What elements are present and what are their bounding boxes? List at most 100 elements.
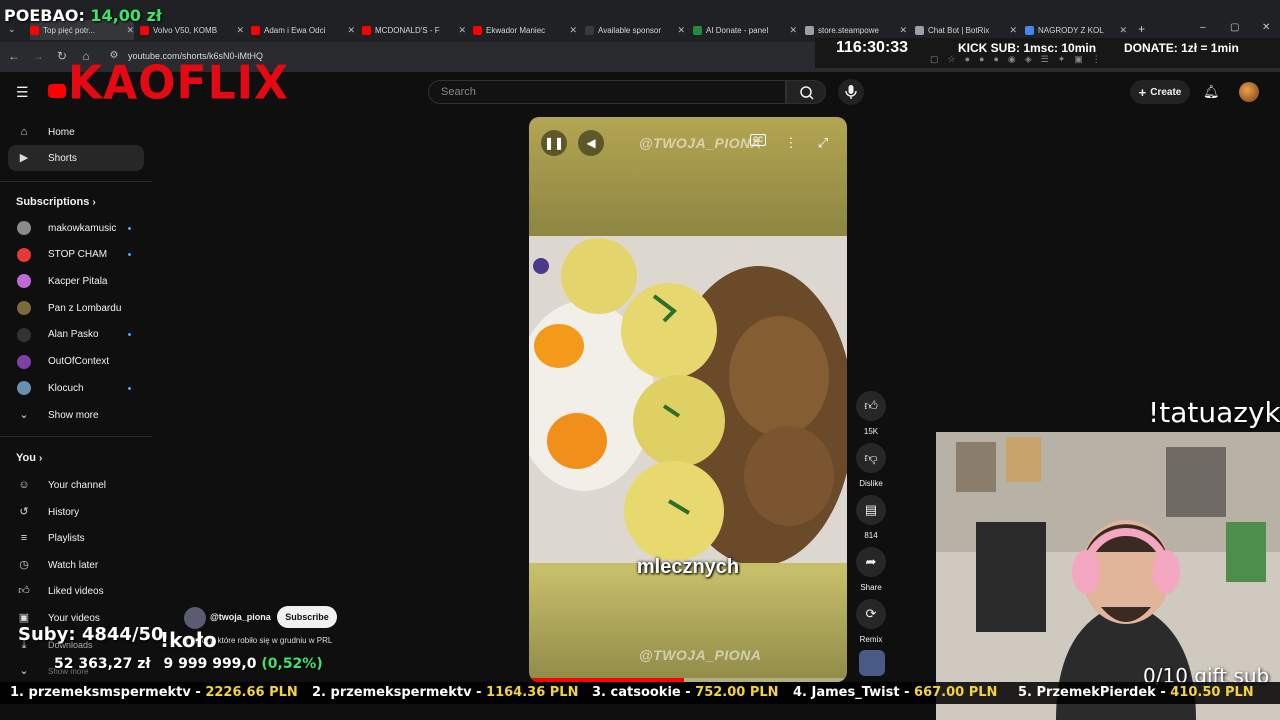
extension-icons[interactable]: ▢☆●●●◉◈☰✦▣⋮	[930, 54, 1110, 65]
tab-close-icon[interactable]: ✕	[1009, 25, 1017, 36]
remix-button[interactable]: ⟳	[856, 599, 886, 629]
tab-close-icon[interactable]: ✕	[789, 25, 797, 36]
volume-button[interactable]: ◀︎	[578, 130, 604, 156]
browser-tab[interactable]: Chat Bot | BotRix ✕	[915, 20, 1017, 40]
channel-avatar[interactable]	[184, 607, 206, 629]
maximize-window-button[interactable]: ▢	[1230, 22, 1239, 33]
close-window-button[interactable]: ✕	[1262, 22, 1270, 33]
like-button[interactable]: 👍︎	[856, 391, 886, 421]
account-avatar[interactable]	[1239, 82, 1259, 102]
browser-tab[interactable]: store.steampowe ✕	[805, 20, 907, 40]
browser-tab[interactable]: Available sponsor ✕	[585, 20, 685, 40]
sound-thumbnail[interactable]	[859, 650, 885, 676]
subscribe-button[interactable]: Subscribe	[277, 606, 337, 628]
tab-close-icon[interactable]: ✕	[126, 25, 134, 36]
remix-icon: ⟳	[865, 606, 877, 621]
tab-favicon-icon	[362, 25, 371, 35]
like-count: 15K	[863, 427, 879, 436]
person-icon: ☺	[18, 479, 30, 491]
comments-button[interactable]: ▤	[856, 495, 886, 525]
new-content-dot	[128, 253, 131, 257]
tab-label: Available sponsor	[598, 25, 662, 35]
pause-icon: ❚❚	[543, 136, 565, 150]
share-button[interactable]: ➦	[856, 547, 886, 577]
video-watermark-bottom: @TWOJA_PIONA	[639, 647, 762, 663]
sidebar-item-your-channel[interactable]: ☺ Your channel	[0, 472, 152, 498]
subscription-name: Pan z Lombardu	[48, 302, 122, 314]
tab-close-icon[interactable]: ✕	[347, 25, 355, 36]
forward-arrow-icon[interactable]: →	[30, 48, 46, 64]
ticker-donor: 1. przemeksmspermektv - 2226.66 PLN	[10, 685, 298, 700]
sidebar-item-liked-videos[interactable]: 👍︎ Liked videos	[0, 578, 152, 604]
more-options-icon[interactable]: ⋮	[782, 134, 800, 152]
sidebar-show-more[interactable]: ⌄ Show more	[0, 402, 152, 428]
channel-name[interactable]: @twoja_piona	[210, 612, 271, 622]
video-caption: mlecznych	[636, 556, 740, 578]
kaoflix-logo-overlay: KAOFLIX	[68, 56, 289, 111]
donor-amount: 667.00 PLN	[914, 685, 998, 700]
shorts-video-player[interactable]: ❚❚ ◀︎ @TWOJA_PIONA cc ⋮ ⤢ @TWOJA_PIONA	[529, 117, 847, 682]
tab-close-icon[interactable]: ✕	[236, 25, 244, 36]
poebao-counter: POEBAO: 14,00 zł	[4, 6, 162, 25]
video-watermark-top: @TWOJA_PIONA	[639, 135, 762, 151]
donor-amount: 2226.66 PLN	[205, 685, 298, 700]
tab-close-icon[interactable]: ✕	[899, 25, 907, 36]
donate-rate: DONATE: 1zł = 1min	[1124, 41, 1239, 55]
sidebar-subscription-item[interactable]: makowkamusic	[0, 215, 152, 241]
shorts-icon: ▶	[19, 152, 29, 164]
search-input[interactable]: Search	[428, 80, 786, 104]
sidebar-item-history[interactable]: ↺ History	[0, 499, 152, 525]
sidebar-item-home[interactable]: ⌂ Home	[0, 119, 152, 145]
captions-icon[interactable]: cc	[750, 134, 766, 146]
sidebar-subscription-item[interactable]: Kacper Pitala	[0, 268, 152, 294]
ticker-donor: 5. PrzemekPierdek - 410.50 PLN	[1018, 685, 1254, 700]
browser-tab[interactable]: Ekwador Maniec ✕	[473, 20, 577, 40]
tab-close-icon[interactable]: ✕	[458, 25, 466, 36]
browser-tab[interactable]: Adam i Ewa Odci ✕	[251, 20, 355, 40]
new-content-dot	[128, 226, 131, 230]
donor-amount: 1164.36 PLN	[486, 685, 579, 700]
chevron-right-icon: ›	[92, 197, 96, 208]
subscription-avatar	[17, 247, 31, 262]
browser-tab[interactable]: AI Donate - panel ✕	[693, 20, 797, 40]
sidebar-subscription-item[interactable]: Pan z Lombardu	[0, 295, 152, 321]
tab-label: store.steampowe	[818, 25, 879, 35]
voice-search-button[interactable]	[838, 79, 864, 105]
subscription-avatar	[17, 327, 31, 342]
notifications-bell-icon[interactable]: 🔔︎	[1203, 84, 1220, 100]
browser-tab[interactable]: NAGRODY Z KOL ✕	[1025, 20, 1127, 40]
fullscreen-icon[interactable]: ⤢	[814, 134, 832, 152]
subscription-avatar	[17, 221, 31, 235]
youtube-logo-icon[interactable]	[48, 84, 66, 98]
tab-close-icon[interactable]: ✕	[1119, 25, 1127, 36]
sidebar-item-watch-later[interactable]: ◷ Watch later	[0, 552, 152, 578]
you-heading[interactable]: You ›	[16, 452, 42, 464]
subscription-avatar	[17, 301, 31, 316]
tab-close-icon[interactable]: ✕	[677, 25, 685, 36]
hamburger-menu-icon[interactable]: ☰	[16, 84, 29, 101]
new-tab-button[interactable]: +	[1138, 22, 1145, 36]
sidebar-subscription-item[interactable]: OutOfContext	[0, 349, 152, 375]
sidebar-subscription-item[interactable]: STOP CHAM	[0, 242, 152, 268]
dislike-button[interactable]: 👎︎	[856, 443, 886, 473]
create-button[interactable]: + Create	[1130, 80, 1190, 104]
subscriptions-heading[interactable]: Subscriptions ›	[16, 196, 96, 208]
playlist-icon: ≡	[20, 532, 28, 544]
share-label: Share	[860, 583, 882, 592]
search-button[interactable]	[786, 80, 826, 104]
back-arrow-icon[interactable]: ←	[6, 48, 22, 64]
tab-label: Adam i Ewa Odci	[264, 25, 326, 35]
new-content-dot	[128, 333, 131, 337]
sidebar-subscription-item[interactable]: Klocuch	[0, 375, 152, 401]
pause-button[interactable]: ❚❚	[541, 130, 567, 156]
sidebar-item-playlists[interactable]: ≡ Playlists	[0, 525, 152, 551]
tab-label: Ekwador Maniec	[486, 25, 546, 35]
microphone-icon	[845, 85, 857, 99]
tab-list-dropdown-icon[interactable]: ⌄	[8, 24, 16, 35]
sidebar-subscription-item[interactable]: Alan Pasko	[0, 322, 152, 348]
sidebar-item-shorts[interactable]: ▶ Shorts	[8, 145, 144, 171]
subscription-name: OutOfContext	[48, 356, 110, 367]
browser-tab[interactable]: MCDONALD'S - F ✕	[362, 20, 466, 40]
tab-close-icon[interactable]: ✕	[569, 25, 577, 36]
minimize-window-button[interactable]: –	[1200, 22, 1206, 33]
